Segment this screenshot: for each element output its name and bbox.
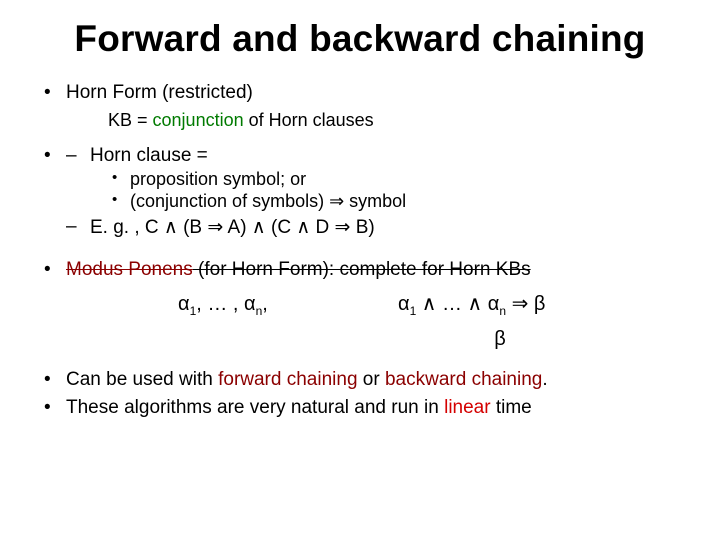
bullet-linear-time: These algorithms are very natural and ru… [30, 397, 690, 419]
modus-ponens-rest: (for Horn Form): complete for Horn KBs [193, 259, 531, 280]
alpha-mid: , … , [196, 293, 244, 315]
kb-highlight: conjunction [153, 110, 244, 130]
r-alpha-1: α [398, 293, 410, 315]
chain-dot: . [542, 369, 547, 390]
hc-option-2: (conjunction of symbols) ⇒ symbol [112, 191, 690, 212]
linear-term: linear [444, 397, 490, 418]
bullet-chaining-use: Can be used with forward chaining or bac… [30, 369, 690, 391]
r-alpha-n-sub: n [499, 304, 506, 318]
modus-ponens-term: Modus Ponens [66, 259, 193, 280]
chain-or: or [358, 369, 385, 390]
premise-left: α1, … , αn, [178, 293, 368, 318]
kb-line: KB = conjunction of Horn clauses [108, 110, 690, 131]
r-alpha-tail: ⇒ β [506, 293, 545, 315]
backward-chaining-term: backward chaining [385, 369, 542, 390]
premise-right: α1 ∧ … ∧ αn ⇒ β [398, 291, 545, 318]
alpha-1: α [178, 293, 190, 315]
horn-clause-def: Horn clause = proposition symbol; or (co… [66, 145, 690, 212]
kb-rest: of Horn clauses [244, 110, 374, 130]
kb-prefix: KB = [108, 110, 153, 130]
bullet-modus-ponens: Modus Ponens (for Horn Form): complete f… [30, 259, 690, 281]
horn-example: E. g. , C ∧ (B ⇒ A) ∧ (C ∧ D ⇒ B) [66, 216, 690, 239]
hc-option-1: proposition symbol; or [112, 169, 690, 190]
horn-form-text: Horn Form (restricted) [66, 82, 253, 103]
alpha-n: α [244, 293, 256, 315]
alpha-tail: , [262, 293, 268, 315]
bullet-list: Horn Form (restricted) [30, 82, 690, 104]
chain-pre: Can be used with [66, 369, 218, 390]
bullet-horn-form: Horn Form (restricted) [30, 82, 690, 104]
horn-clause-label: Horn clause = [90, 145, 208, 166]
slide-title: Forward and backward chaining [30, 18, 690, 60]
r-alpha-mid: ∧ … ∧ [416, 293, 488, 315]
r-alpha-n: α [488, 293, 500, 315]
linear-pre: These algorithms are very natural and ru… [66, 397, 444, 418]
linear-post: time [491, 397, 532, 418]
inference-conclusion: β [310, 328, 690, 351]
horn-sublist-wrap: Horn clause = proposition symbol; or (co… [30, 145, 690, 239]
bullet-list-cont: Horn clause = proposition symbol; or (co… [30, 145, 690, 239]
slide: Forward and backward chaining Horn Form … [0, 0, 720, 540]
inference-premises: α1, … , αn, α1 ∧ … ∧ αn ⇒ β [178, 291, 690, 318]
forward-chaining-term: forward chaining [218, 369, 357, 390]
